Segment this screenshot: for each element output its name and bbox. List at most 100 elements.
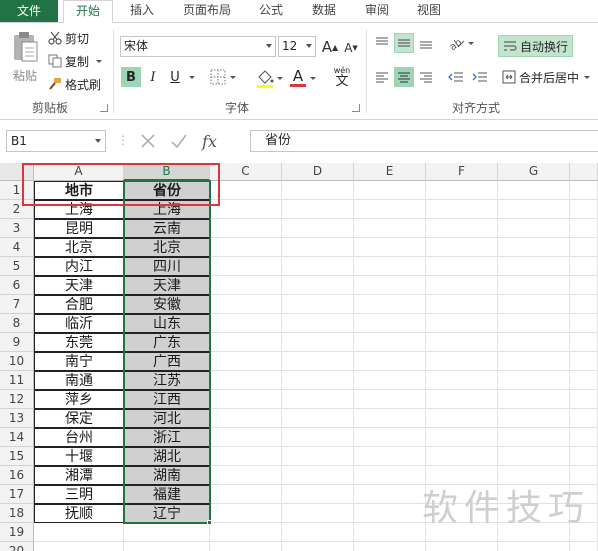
cell-g13[interactable] <box>498 409 570 428</box>
cell-c20[interactable] <box>210 542 282 551</box>
cell-d2[interactable] <box>282 200 354 219</box>
cell-b20[interactable] <box>124 542 210 551</box>
cell-c2[interactable] <box>210 200 282 219</box>
cell-h4[interactable] <box>570 238 598 257</box>
cell-g7[interactable] <box>498 295 570 314</box>
cell-d18[interactable] <box>282 504 354 523</box>
cell-e12[interactable] <box>354 390 426 409</box>
row-header[interactable]: 19 <box>0 523 34 542</box>
cell-e4[interactable] <box>354 238 426 257</box>
clipboard-dialog-launcher-icon[interactable] <box>100 104 108 112</box>
cell-f9[interactable] <box>426 333 498 352</box>
cell-g11[interactable] <box>498 371 570 390</box>
cell-f10[interactable] <box>426 352 498 371</box>
cell-g8[interactable] <box>498 314 570 333</box>
cell-d10[interactable] <box>282 352 354 371</box>
row-header[interactable]: 17 <box>0 485 34 504</box>
row-header[interactable]: 9 <box>0 333 34 352</box>
tab-data[interactable]: 数据 <box>306 0 342 22</box>
cell-c6[interactable] <box>210 276 282 295</box>
cell-a9[interactable]: 东莞 <box>34 333 124 352</box>
tab-review[interactable]: 审阅 <box>359 0 395 22</box>
cell-g15[interactable] <box>498 447 570 466</box>
cell-c3[interactable] <box>210 219 282 238</box>
cell-d6[interactable] <box>282 276 354 295</box>
cell-f11[interactable] <box>426 371 498 390</box>
column-header-d[interactable]: D <box>282 163 354 181</box>
cell-c16[interactable] <box>210 466 282 485</box>
cell-g1[interactable] <box>498 181 570 200</box>
cell-d9[interactable] <box>282 333 354 352</box>
cell-c1[interactable] <box>210 181 282 200</box>
row-header[interactable]: 12 <box>0 390 34 409</box>
cell-e1[interactable] <box>354 181 426 200</box>
cell-e16[interactable] <box>354 466 426 485</box>
cell-c14[interactable] <box>210 428 282 447</box>
align-center-icon[interactable] <box>394 67 414 87</box>
cell-c18[interactable] <box>210 504 282 523</box>
italic-button[interactable]: I <box>143 67 163 87</box>
cell-f12[interactable] <box>426 390 498 409</box>
column-header-f[interactable]: F <box>426 163 498 181</box>
cell-e17[interactable] <box>354 485 426 504</box>
row-header[interactable]: 20 <box>0 542 34 551</box>
cell-b3[interactable]: 云南 <box>124 219 210 238</box>
row-header[interactable]: 5 <box>0 257 34 276</box>
cell-d15[interactable] <box>282 447 354 466</box>
cell-a18[interactable]: 抚顺 <box>34 504 124 523</box>
cell-h20[interactable] <box>570 542 598 551</box>
row-header[interactable]: 13 <box>0 409 34 428</box>
cell-f4[interactable] <box>426 238 498 257</box>
row-header[interactable]: 1 <box>0 181 34 200</box>
cell-f15[interactable] <box>426 447 498 466</box>
cell-c9[interactable] <box>210 333 282 352</box>
cell-d8[interactable] <box>282 314 354 333</box>
cell-a14[interactable]: 台州 <box>34 428 124 447</box>
cell-b17[interactable]: 福建 <box>124 485 210 504</box>
row-header[interactable]: 2 <box>0 200 34 219</box>
cell-b8[interactable]: 山东 <box>124 314 210 333</box>
decrease-font-size-icon[interactable]: A ▼ <box>343 39 359 57</box>
column-header-g[interactable]: G <box>498 163 570 181</box>
tab-insert[interactable]: 插入 <box>124 0 160 22</box>
cell-h9[interactable] <box>570 333 598 352</box>
row-header[interactable]: 6 <box>0 276 34 295</box>
align-right-icon[interactable] <box>416 67 436 87</box>
select-all-corner[interactable] <box>0 163 34 181</box>
cell-b19[interactable] <box>124 523 210 542</box>
cell-h1[interactable] <box>570 181 598 200</box>
cell-h3[interactable] <box>570 219 598 238</box>
column-header-c[interactable]: C <box>210 163 282 181</box>
phonetic-guide-button[interactable]: wén 文 <box>325 64 359 90</box>
cancel-icon[interactable] <box>140 133 156 149</box>
cell-b16[interactable]: 湖南 <box>124 466 210 485</box>
row-header[interactable]: 4 <box>0 238 34 257</box>
cell-d12[interactable] <box>282 390 354 409</box>
cell-a19[interactable] <box>34 523 124 542</box>
cell-e13[interactable] <box>354 409 426 428</box>
cell-c4[interactable] <box>210 238 282 257</box>
cell-a12[interactable]: 萍乡 <box>34 390 124 409</box>
cell-e7[interactable] <box>354 295 426 314</box>
cell-a4[interactable]: 北京 <box>34 238 124 257</box>
cell-g10[interactable] <box>498 352 570 371</box>
cell-c12[interactable] <box>210 390 282 409</box>
cell-h13[interactable] <box>570 409 598 428</box>
bold-button[interactable]: B <box>121 67 141 87</box>
cell-e9[interactable] <box>354 333 426 352</box>
row-header[interactable]: 14 <box>0 428 34 447</box>
cell-a1[interactable]: 地市 <box>34 181 124 200</box>
cell-a15[interactable]: 十堰 <box>34 447 124 466</box>
align-middle-icon[interactable] <box>394 33 414 53</box>
cell-c13[interactable] <box>210 409 282 428</box>
cell-h8[interactable] <box>570 314 598 333</box>
cell-b9[interactable]: 广东 <box>124 333 210 352</box>
cell-b7[interactable]: 安徽 <box>124 295 210 314</box>
decrease-indent-icon[interactable] <box>446 67 466 87</box>
cell-f8[interactable] <box>426 314 498 333</box>
column-header-partial[interactable] <box>570 163 598 181</box>
increase-font-size-icon[interactable]: A ▲ <box>321 37 339 57</box>
row-header[interactable]: 11 <box>0 371 34 390</box>
cell-b6[interactable]: 天津 <box>124 276 210 295</box>
align-bottom-icon[interactable] <box>416 33 436 53</box>
